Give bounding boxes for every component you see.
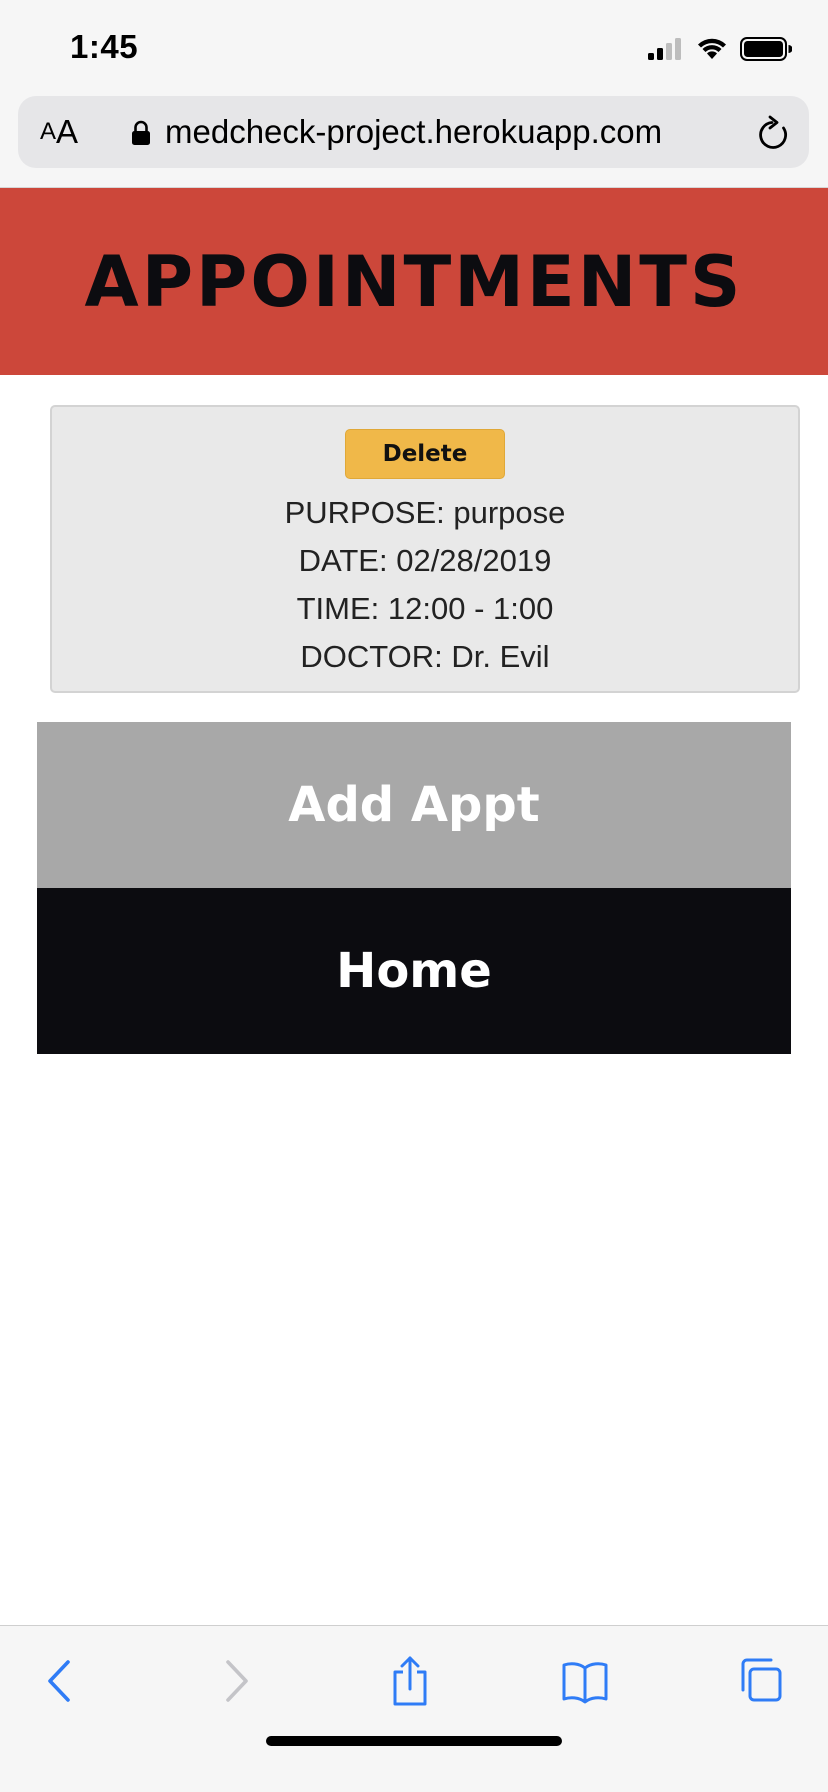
wifi-icon bbox=[698, 38, 726, 59]
page-title: APPOINTMENTS bbox=[84, 240, 744, 323]
browser-toolbar bbox=[0, 1625, 828, 1792]
battery-icon bbox=[740, 37, 792, 61]
url-text[interactable]: medcheck-project.herokuapp.com bbox=[165, 96, 662, 168]
back-icon[interactable] bbox=[36, 1656, 86, 1706]
bookmarks-icon[interactable] bbox=[560, 1656, 610, 1706]
page-header: APPOINTMENTS bbox=[0, 188, 828, 375]
home-indicator bbox=[266, 1736, 562, 1746]
appointment-card: Delete PURPOSE: purpose DATE: 02/28/2019… bbox=[50, 405, 800, 693]
home-button[interactable]: Home bbox=[37, 888, 791, 1054]
appointment-purpose: PURPOSE: purpose bbox=[284, 495, 566, 530]
forward-icon[interactable] bbox=[210, 1656, 260, 1706]
address-bar[interactable]: A A medcheck-project.herokuapp.com bbox=[18, 96, 809, 168]
status-time: 1:45 bbox=[70, 28, 139, 65]
tabs-icon[interactable] bbox=[735, 1656, 785, 1706]
reload-icon[interactable] bbox=[756, 114, 792, 152]
appointment-time: TIME: 12:00 - 1:00 bbox=[296, 591, 554, 626]
appointment-date: DATE: 02/28/2019 bbox=[298, 543, 552, 578]
lock-icon bbox=[132, 120, 150, 145]
status-bar: 1:45 bbox=[0, 0, 828, 92]
text-size-small-label: A bbox=[40, 118, 57, 145]
text-size-large-label: A bbox=[56, 113, 79, 150]
text-size-button[interactable]: A A bbox=[40, 96, 78, 168]
delete-button[interactable]: Delete bbox=[345, 429, 505, 479]
add-appt-button[interactable]: Add Appt bbox=[37, 722, 791, 888]
appointment-doctor: DOCTOR: Dr. Evil bbox=[300, 639, 550, 674]
share-icon[interactable] bbox=[385, 1656, 435, 1706]
browser-address-area: A A medcheck-project.herokuapp.com bbox=[0, 92, 828, 188]
status-icons bbox=[648, 34, 792, 64]
cellular-signal-icon bbox=[648, 38, 681, 60]
screen: 1:45 A A medcheck-project.herokuapp.com … bbox=[0, 0, 828, 1792]
